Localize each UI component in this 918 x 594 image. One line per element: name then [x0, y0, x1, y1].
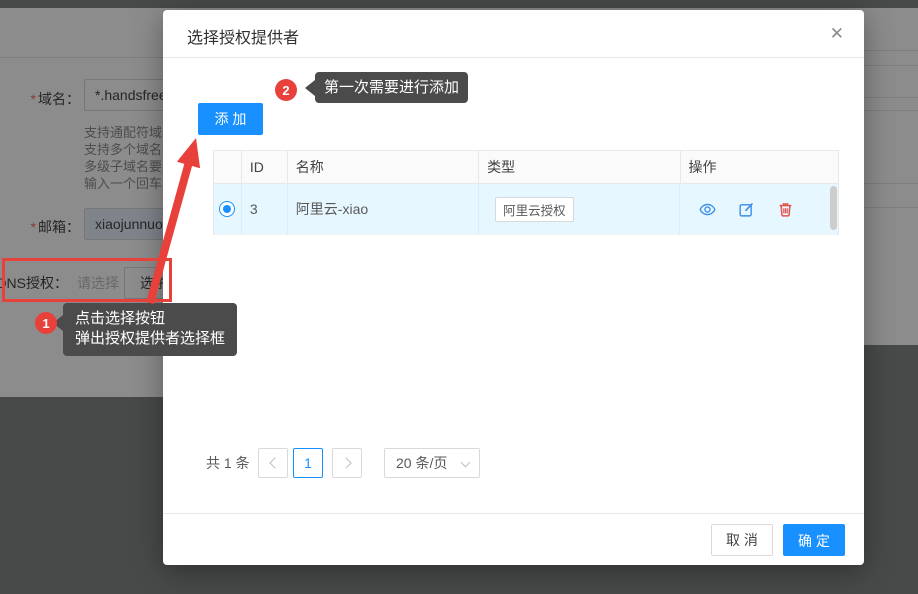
- tooltip-arrow-left: [305, 80, 315, 96]
- column-header-name: 名称: [288, 151, 479, 183]
- step1-tooltip: 点击选择按钮 弹出授权提供者选择框: [63, 303, 237, 356]
- dialog-title: 选择授权提供者: [187, 24, 299, 48]
- column-header-actions: 操作: [681, 151, 838, 183]
- pagination-page-1[interactable]: 1: [293, 448, 323, 478]
- radio-column-header: [214, 151, 242, 183]
- step1-badge: 1: [35, 312, 57, 334]
- row-actions-cell: [680, 184, 838, 234]
- step2-tooltip: 第一次需要进行添加: [315, 72, 468, 103]
- step1-line2: 弹出授权提供者选择框: [75, 329, 225, 349]
- step2-badge: 2: [275, 79, 297, 101]
- row-radio-cell: [214, 184, 242, 234]
- provider-table: ID 名称 类型 操作 3 阿里云-xiao 阿里云授权: [213, 150, 839, 235]
- pagination-next-button[interactable]: [332, 448, 362, 478]
- chevron-right-icon: [340, 457, 351, 468]
- page-size-select[interactable]: 20 条/页: [384, 448, 480, 478]
- table-row[interactable]: 3 阿里云-xiao 阿里云授权: [214, 184, 838, 235]
- table-header-row: ID 名称 类型 操作: [214, 151, 838, 184]
- row-id-cell: 3: [242, 184, 288, 234]
- select-auth-provider-dialog: 选择授权提供者 ✕ 添 加 ID 名称 类型 操作 3 阿里云-xiao 阿里云…: [163, 10, 864, 565]
- add-button[interactable]: 添 加: [198, 103, 263, 135]
- page-size-value: 20 条/页: [396, 455, 447, 471]
- annotation-highlight-rect: [2, 258, 172, 302]
- dialog-footer: 取 消 确 定: [163, 513, 864, 565]
- ok-button[interactable]: 确 定: [783, 524, 845, 556]
- column-header-type: 类型: [479, 151, 680, 183]
- pagination-prev-button[interactable]: [258, 448, 288, 478]
- screenshot-stage: *域名： *.handsfree 支持通配符域名 支持多个域名、 多级子域名要分…: [0, 0, 918, 594]
- chevron-down-icon: [461, 458, 471, 468]
- delete-icon[interactable]: [777, 201, 794, 218]
- column-header-id: ID: [242, 151, 288, 183]
- chevron-left-icon: [269, 457, 280, 468]
- close-icon[interactable]: ✕: [830, 24, 844, 44]
- dialog-header: 选择授权提供者 ✕: [163, 10, 864, 58]
- view-icon[interactable]: [699, 201, 716, 218]
- row-type-cell: 阿里云授权: [479, 184, 680, 234]
- row-name-cell: 阿里云-xiao: [288, 184, 479, 234]
- radio-selected[interactable]: [219, 201, 235, 217]
- step1-line1: 点击选择按钮: [75, 309, 225, 329]
- edit-icon[interactable]: [738, 201, 755, 218]
- type-tag: 阿里云授权: [495, 197, 574, 222]
- pagination-total: 共 1 条: [206, 448, 250, 478]
- table-scrollbar[interactable]: [830, 186, 837, 230]
- radio-dot: [223, 205, 231, 213]
- cancel-button[interactable]: 取 消: [711, 524, 773, 556]
